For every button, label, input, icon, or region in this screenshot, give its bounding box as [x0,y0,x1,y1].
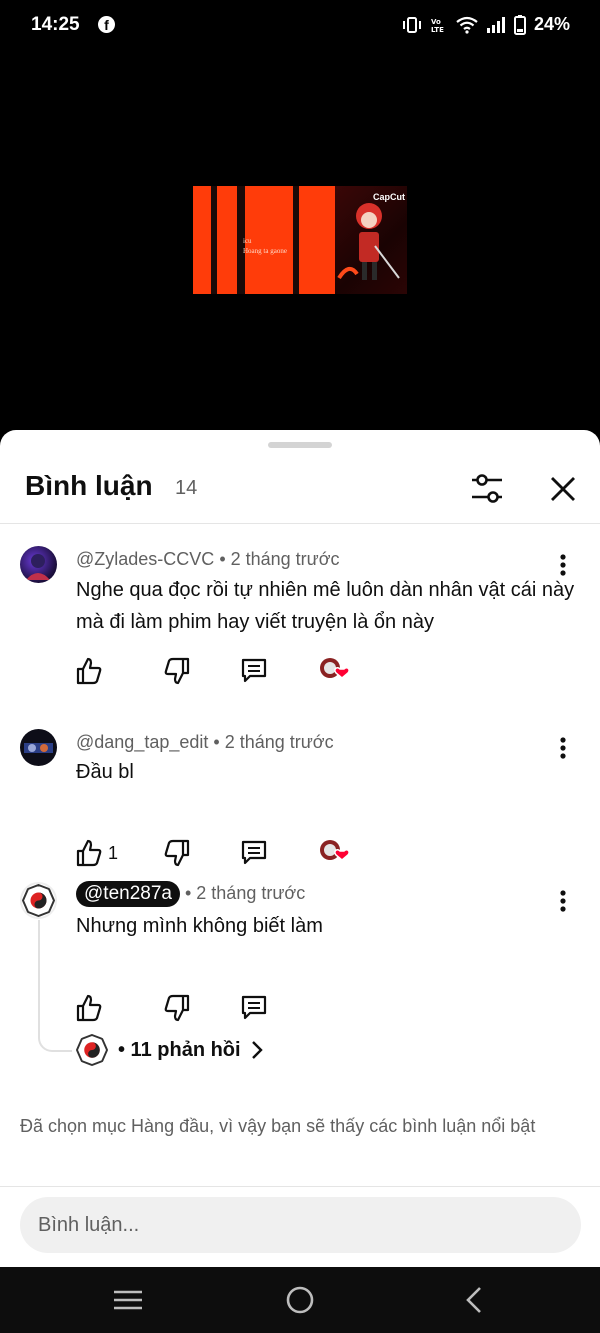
avatar[interactable] [20,729,57,766]
avatar-icon [26,554,50,580]
thread-line [38,920,72,1052]
status-bar: 14:25 f Vo LTE 24% [0,0,600,52]
menu-lines-icon [114,1290,142,1310]
back-chevron-icon [466,1287,481,1313]
sort-filter-button[interactable] [468,470,506,508]
divider [0,1186,600,1187]
chevron-right-icon [251,1041,263,1059]
thumbnail-caption-line: icu [243,237,252,245]
comment-meta: @dang_tap_edit • 2 tháng trước [76,732,334,753]
thumbnail-stripe [211,186,217,294]
drag-handle[interactable] [268,442,332,448]
dislike-button[interactable] [164,656,190,686]
sheet-header: Bình luận 14 [0,460,600,524]
home-circle-icon [286,1286,314,1314]
recent-apps-button[interactable] [110,1283,146,1317]
comment-author[interactable]: @dang_tap_edit [76,732,208,752]
thumbs-up-icon [76,657,102,685]
avatar-icon [24,743,53,753]
avatar[interactable] [20,546,57,583]
system-nav-bar [0,1267,600,1333]
thumbnail-stripe [293,186,299,294]
comment-meta: @ten287a • 2 tháng trước [76,881,305,907]
like-button[interactable] [76,993,102,1023]
thumbnail-character-panel [335,186,407,294]
comment-meta: @Zylades-CCVC • 2 tháng trước [76,549,340,570]
sliders-icon [472,474,502,503]
vibrate-icon [402,16,421,33]
replies-count: • 11 phản hồi [118,1038,241,1061]
close-button[interactable] [546,470,580,508]
reply-avatar [76,1034,108,1066]
comment-time: • 2 tháng trước [219,549,340,569]
yin-yang-bagua-icon [22,884,55,917]
like-button[interactable] [76,656,102,686]
comment-actions [76,656,376,686]
svg-text:LTE: LTE [431,26,444,34]
volte-icon: Vo LTE [431,18,444,34]
sort-footnote: Đã chọn mục Hàng đầu, vì vậy bạn sẽ thấy… [20,1116,536,1136]
comment-text: Nghe qua đọc rồi tự nhiên mê luôn dàn nh… [76,579,575,633]
comment-text: Đầu bl [76,761,134,783]
status-icons: Vo LTE 24% [402,14,570,35]
reply-button[interactable] [240,656,268,686]
status-time: 14:25 [31,14,80,35]
reply-icon [241,658,267,683]
thumbs-up-icon [76,994,102,1022]
yin-yang-bagua-icon [76,1034,108,1066]
avatar[interactable] [20,882,57,919]
replies-row[interactable]: • 11 phản hồi [76,1034,263,1066]
home-button[interactable] [282,1283,318,1317]
comment-time: • 2 tháng trước [184,883,306,903]
reply-icon [241,840,267,865]
comment-text: Nhưng mình không biết làm [76,915,323,937]
comment-actions: 1 [76,838,376,868]
comment-count: 14 [175,477,198,499]
thumbs-down-icon [164,994,190,1022]
creator-heart-graphic [320,840,350,861]
thumbnail-caption-line: Hoang ta gaone [243,247,287,255]
creator-heart-icon [318,838,352,866]
like-button[interactable]: 1 [76,838,118,868]
creator-heart-icon [318,656,352,684]
comment-time: • 2 tháng trước [213,732,334,752]
anime-character-icon [337,203,400,280]
battery-percent: 24% [533,14,570,34]
thumbnail-caption: icu Hoang ta gaone [243,236,287,256]
back-button[interactable] [456,1283,492,1317]
thumbs-up-icon [76,839,102,867]
dislike-button[interactable] [164,993,190,1023]
video-thumbnail[interactable]: CapCut icu Hoang ta gaone [193,186,407,294]
thumbs-down-icon [164,839,190,867]
comment-actions [76,993,376,1023]
thumbs-down-icon [164,657,190,685]
capcut-watermark: CapCut [373,192,405,202]
comments-sheet: Bình luận 14 @Zylades-CCVC • 2 tháng trư… [0,430,600,1267]
facebook-icon: f [98,16,115,33]
sheet-title: Bình luận [25,470,153,501]
signal-icon [486,16,505,33]
wifi-icon [456,16,478,34]
reply-icon [241,995,267,1020]
reply-button[interactable] [240,993,268,1023]
creator-heart-graphic [320,658,350,679]
battery-icon [513,14,526,35]
like-count: 1 [108,842,119,863]
reply-button[interactable] [240,838,268,868]
view-replies-link[interactable]: • 11 phản hồi [118,1039,263,1062]
svg-text:Vo: Vo [431,18,441,26]
dislike-button[interactable] [164,838,190,868]
comment-author[interactable]: @Zylades-CCVC [76,549,214,569]
comment-author-pill[interactable]: @ten287a [76,881,180,907]
comment-input[interactable] [20,1197,581,1253]
close-icon [551,477,575,501]
